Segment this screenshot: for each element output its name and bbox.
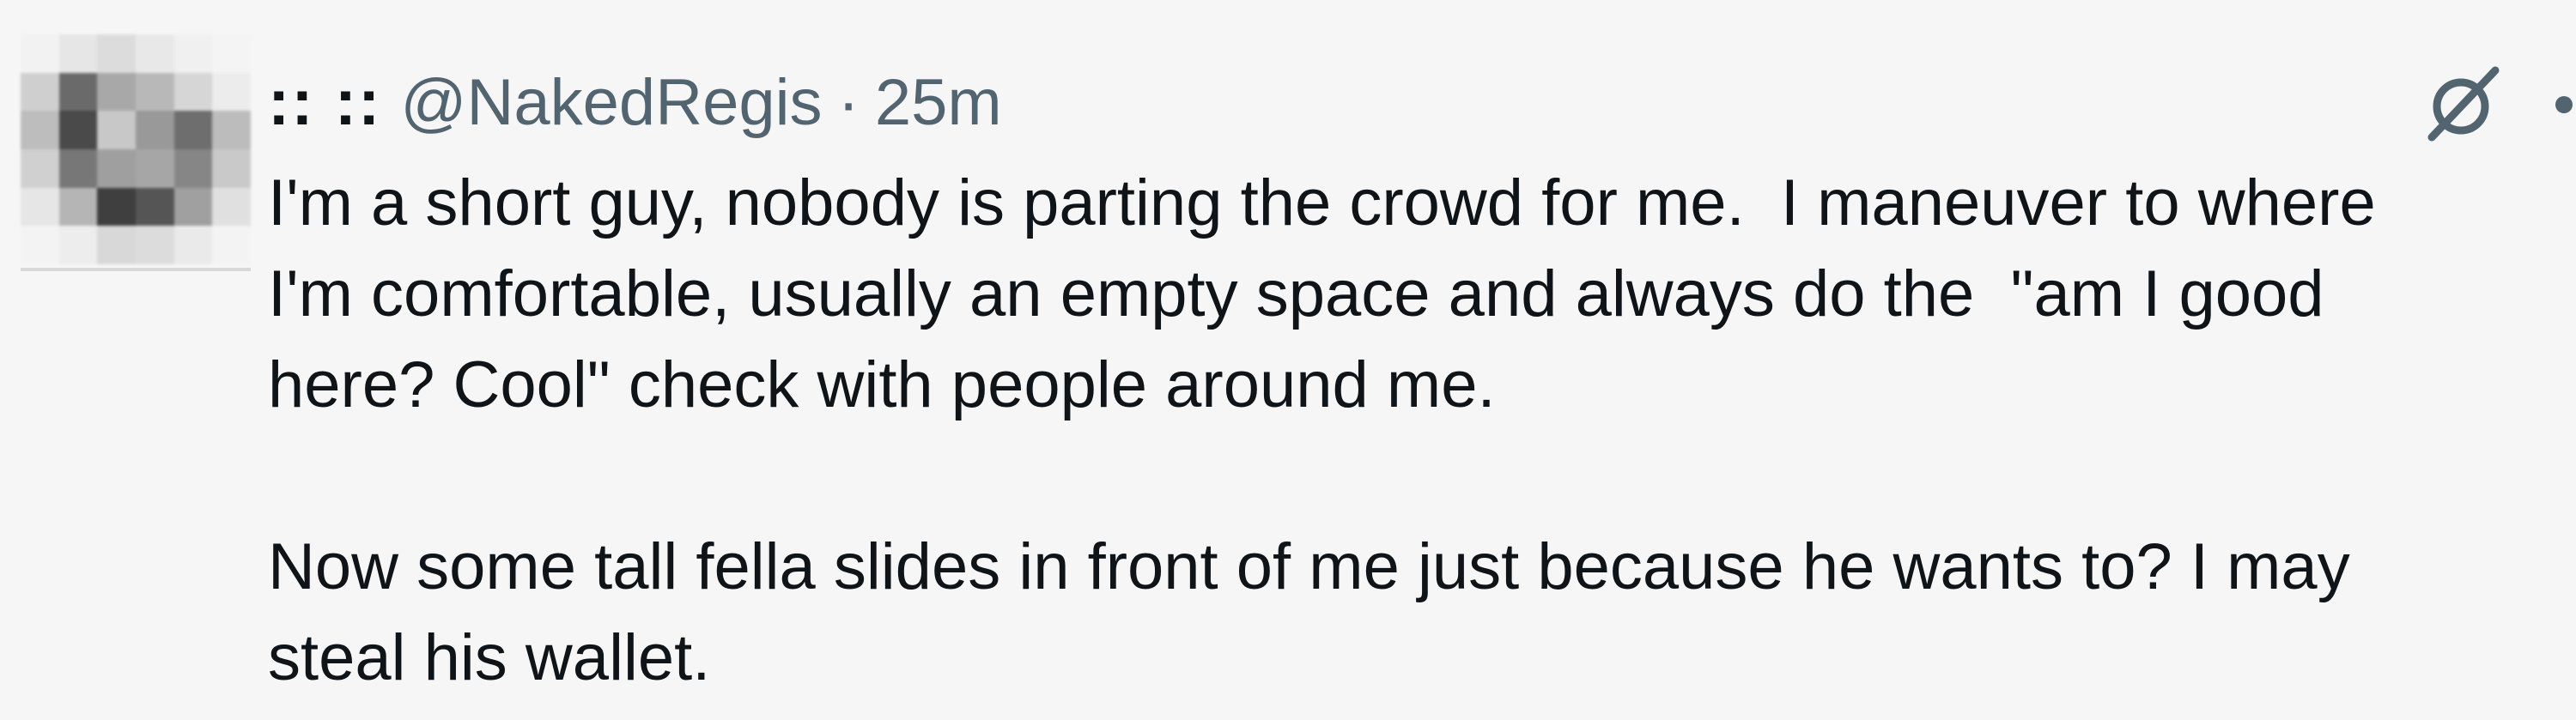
user-handle[interactable]: @NakedRegis xyxy=(400,60,822,146)
avatar-pixel xyxy=(136,226,174,264)
avatar-pixel xyxy=(212,149,251,188)
avatar-divider xyxy=(21,268,251,271)
avatar-pixel xyxy=(97,149,136,188)
avatar-pixel xyxy=(173,34,213,73)
avatar-pixel xyxy=(58,226,98,264)
tweet-paragraph: I'm a short guy, nobody is parting the c… xyxy=(268,166,2376,421)
tweet-header: :: :: @NakedRegis · 25m xyxy=(268,60,1002,146)
avatar-pixel xyxy=(58,149,98,188)
avatar-pixel xyxy=(58,34,98,73)
avatar-pixel xyxy=(21,149,59,188)
avatar-pixel xyxy=(97,226,136,264)
avatar-pixel xyxy=(173,187,213,227)
avatar-pixel xyxy=(97,34,136,73)
avatar-pixel xyxy=(58,111,98,149)
avatar-pixel xyxy=(21,72,59,112)
display-name[interactable]: :: :: xyxy=(268,60,381,146)
avatar-pixel xyxy=(136,34,174,73)
avatar-pixel xyxy=(21,34,59,73)
avatar-pixel xyxy=(173,72,213,112)
avatar-pixel xyxy=(136,72,174,112)
avatar-pixel xyxy=(212,72,251,112)
avatar-pixel xyxy=(173,226,213,264)
tweet-paragraph: Now some tall fella slides in front of m… xyxy=(268,530,2350,694)
avatar-pixel xyxy=(212,34,251,73)
avatar-pixel xyxy=(212,111,251,149)
avatar-pixel xyxy=(97,72,136,112)
avatar-pixel xyxy=(58,187,98,227)
avatar-pixel xyxy=(21,226,59,264)
avatar-pixel xyxy=(21,187,59,227)
avatar-pixel xyxy=(136,187,174,227)
tweet-timestamp[interactable]: 25m xyxy=(875,60,1002,146)
tweet[interactable]: :: :: @NakedRegis · 25m I'm a short guy,… xyxy=(0,0,2576,720)
avatar-pixel xyxy=(136,149,174,188)
avatar-pixel xyxy=(136,111,174,149)
avatar-pixel xyxy=(58,72,98,112)
avatar-pixel xyxy=(212,226,251,264)
avatar-pixel xyxy=(212,187,251,227)
tweet-text: I'm a short guy, nobody is parting the c… xyxy=(268,158,2552,704)
avatar-pixel xyxy=(173,149,213,188)
avatar-pixel xyxy=(97,111,136,149)
header-separator: · xyxy=(837,66,860,139)
avatar-pixel xyxy=(97,187,136,227)
more-icon[interactable] xyxy=(2555,94,2576,115)
avatar[interactable] xyxy=(21,34,251,264)
avatar-pixel xyxy=(21,111,59,149)
avatar-pixel xyxy=(173,111,213,149)
grok-icon[interactable] xyxy=(2420,60,2506,146)
